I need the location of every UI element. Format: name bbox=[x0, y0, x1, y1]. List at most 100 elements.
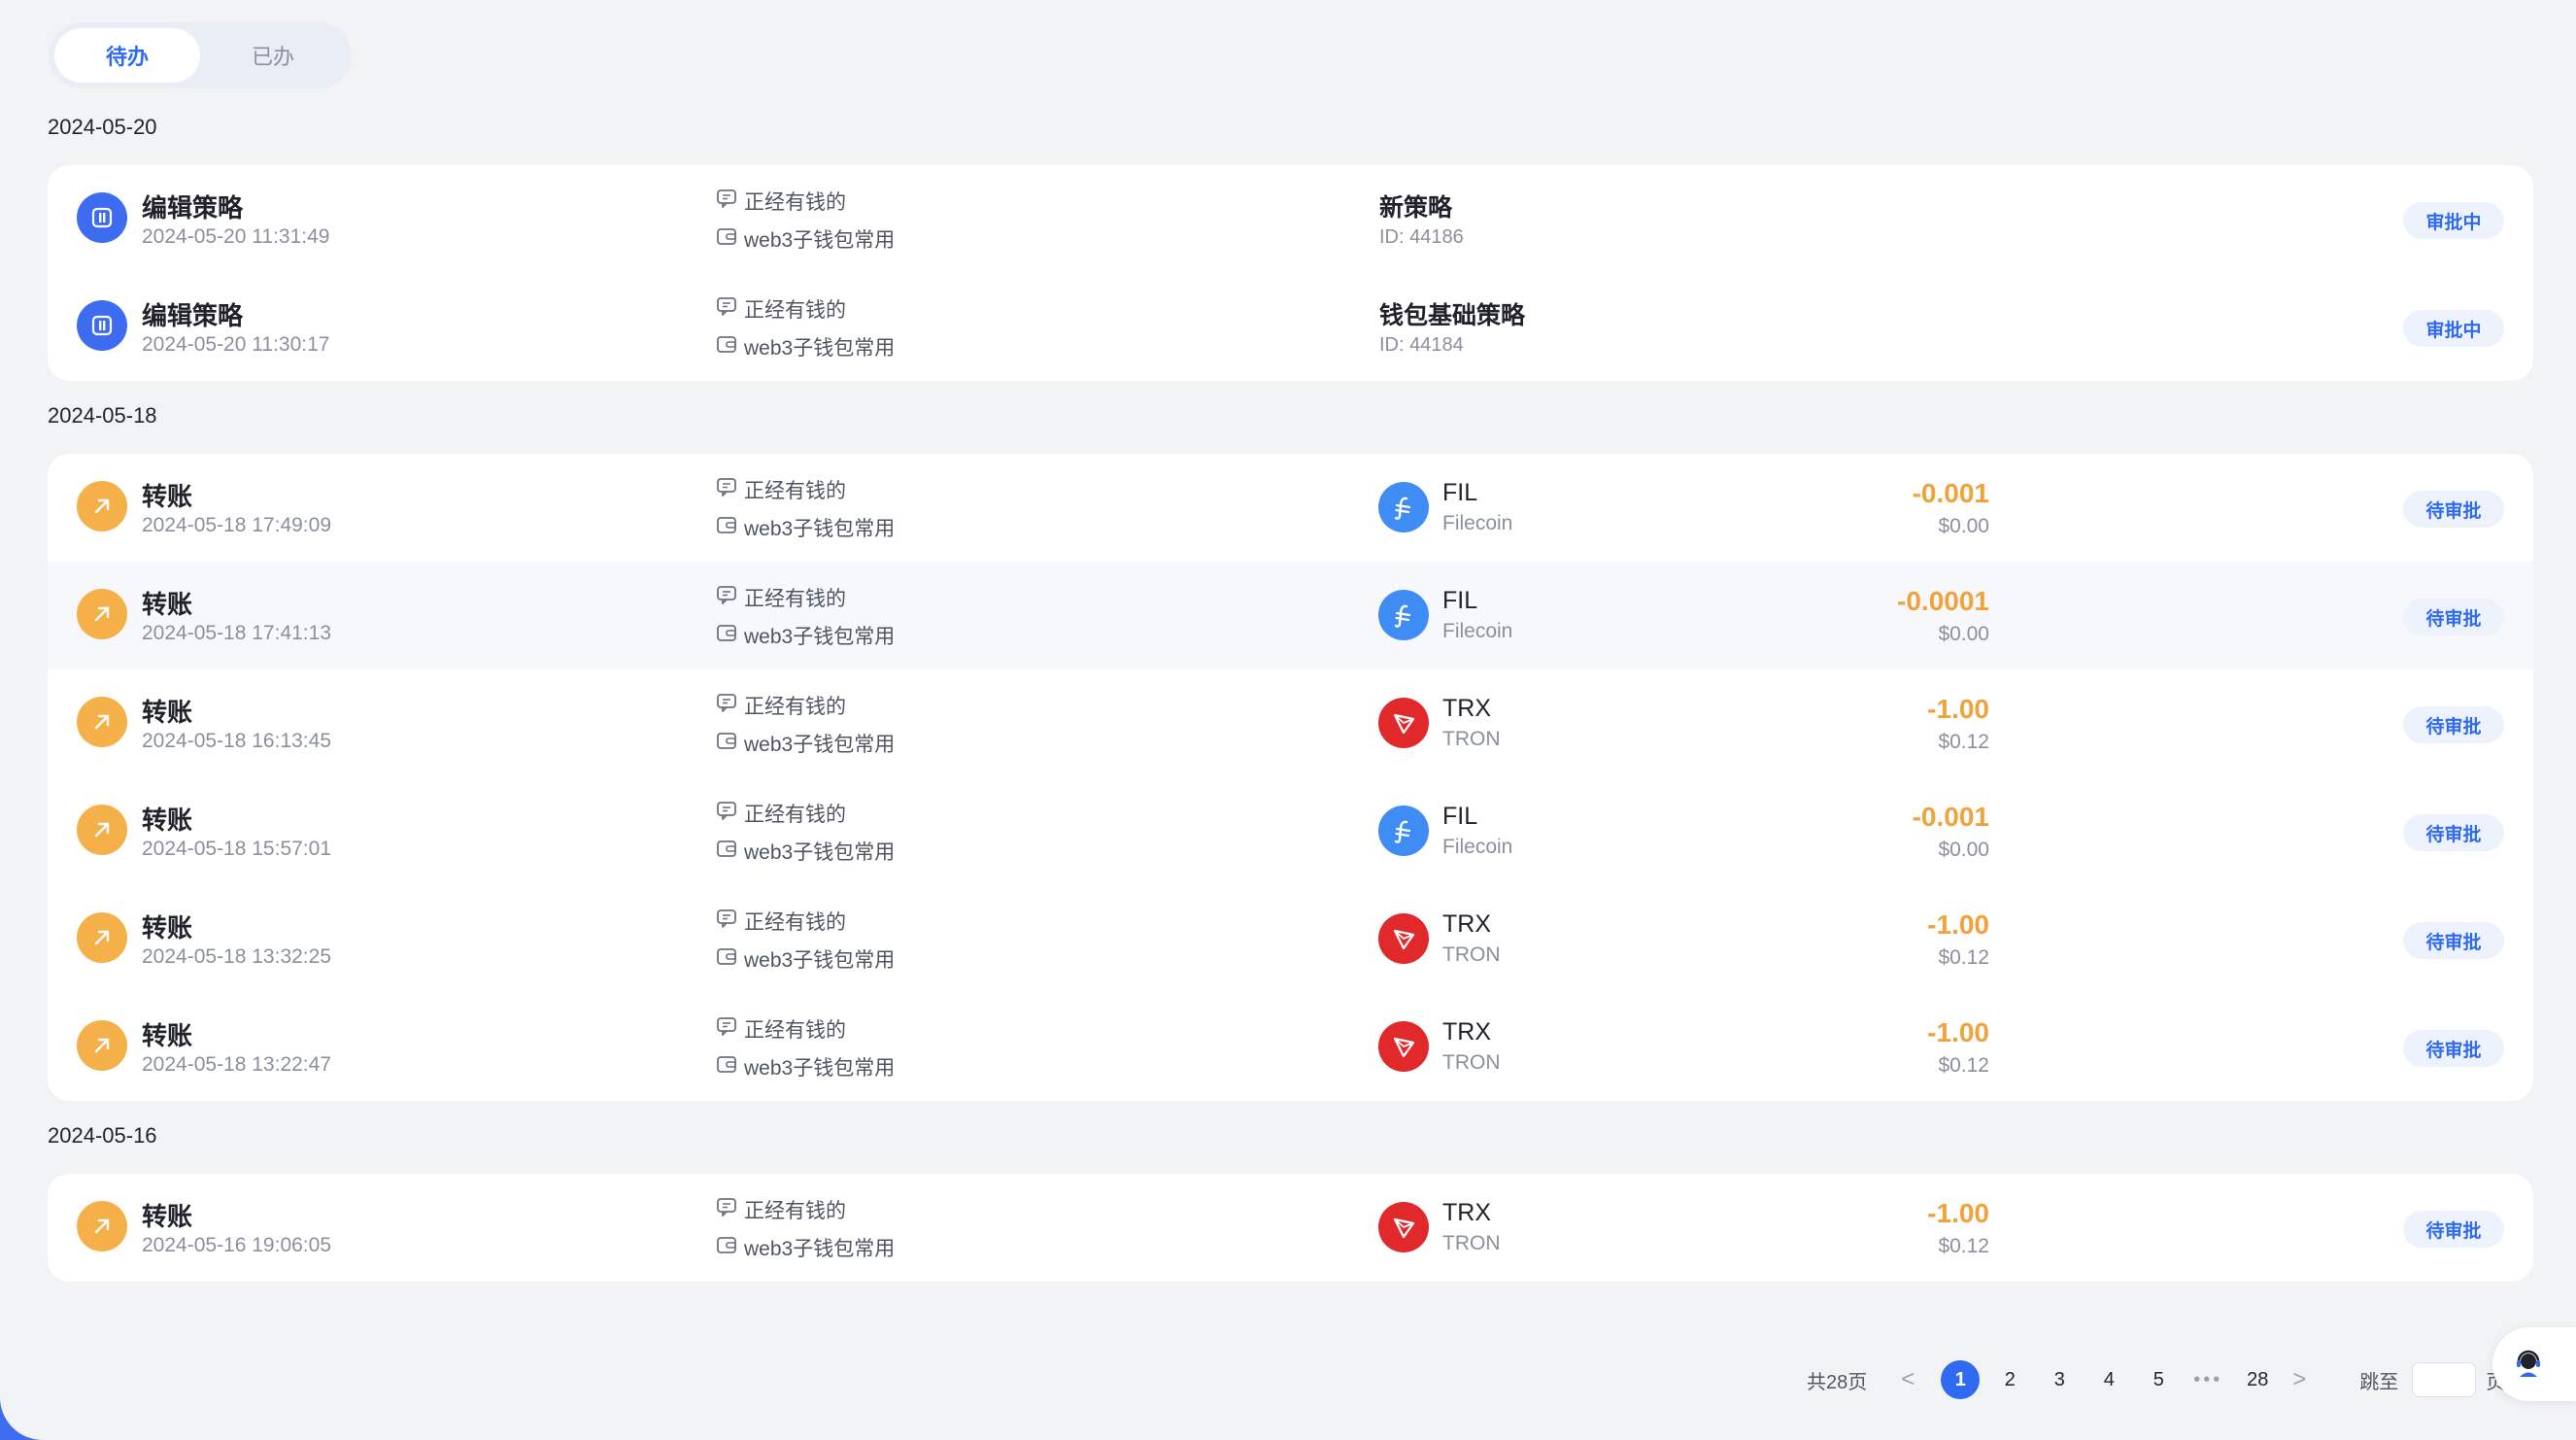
next-page-icon[interactable]: > bbox=[2288, 1366, 2311, 1393]
team-name: 正经有钱的 bbox=[744, 804, 846, 826]
page-2[interactable]: 2 bbox=[1990, 1360, 2029, 1399]
strategy-icon bbox=[77, 192, 127, 243]
transfer-usd-value: $0.00 bbox=[1938, 623, 1989, 645]
wallet-icon bbox=[716, 1235, 744, 1260]
wallet-name: web3子钱包常用 bbox=[744, 518, 896, 540]
coin-symbol: TRX bbox=[1442, 1018, 1491, 1046]
team-meta: 正经有钱的 bbox=[716, 583, 846, 612]
team-name: 正经有钱的 bbox=[744, 696, 846, 718]
customer-service-icon bbox=[2517, 1350, 2540, 1377]
coin-network: TRON bbox=[1442, 728, 1501, 750]
team-meta: 正经有钱的 bbox=[716, 1014, 846, 1044]
wallet-icon bbox=[716, 623, 744, 648]
transfer-arrow-icon bbox=[77, 589, 127, 639]
wallet-name: web3子钱包常用 bbox=[744, 1238, 896, 1260]
team-name: 正经有钱的 bbox=[744, 1019, 846, 1042]
wallet-meta: web3子钱包常用 bbox=[716, 837, 895, 866]
coin-network: Filecoin bbox=[1442, 620, 1513, 642]
prev-page-icon[interactable]: < bbox=[1896, 1366, 1919, 1393]
coin-symbol: FIL bbox=[1442, 587, 1478, 614]
transfer-arrow-icon bbox=[77, 1201, 127, 1251]
approval-card: 转账 2024-05-16 19:06:05 正经有钱的 web3子钱包常用 T… bbox=[48, 1174, 2533, 1282]
approval-time: 2024-05-18 17:41:13 bbox=[142, 622, 331, 644]
approval-row[interactable]: 转账 2024-05-18 17:49:09 正经有钱的 web3子钱包常用 F… bbox=[48, 454, 2533, 562]
page-last[interactable]: 28 bbox=[2238, 1360, 2277, 1399]
status-badge: 待审批 bbox=[2403, 491, 2504, 528]
wallet-icon bbox=[716, 839, 744, 864]
team-meta: 正经有钱的 bbox=[716, 799, 846, 828]
status-badge: 待审批 bbox=[2403, 814, 2504, 851]
approval-time: 2024-05-16 19:06:05 bbox=[142, 1234, 331, 1256]
approval-title: 转账 bbox=[142, 913, 193, 943]
team-name: 正经有钱的 bbox=[744, 299, 846, 322]
approval-tabs: 待办 已办 bbox=[49, 22, 352, 88]
page-3[interactable]: 3 bbox=[2040, 1360, 2079, 1399]
wallet-meta: web3子钱包常用 bbox=[716, 621, 895, 650]
pagination-ellipsis[interactable]: ••• bbox=[2188, 1369, 2227, 1391]
customer-service-button[interactable] bbox=[2492, 1327, 2576, 1401]
filecoin-icon bbox=[1378, 482, 1429, 532]
coin-symbol: TRX bbox=[1442, 910, 1491, 938]
page-4[interactable]: 4 bbox=[2089, 1360, 2128, 1399]
team-name: 正经有钱的 bbox=[744, 588, 846, 610]
strategy-id: ID: 44184 bbox=[1379, 334, 1464, 356]
wallet-name: web3子钱包常用 bbox=[744, 841, 896, 864]
transfer-usd-value: $0.12 bbox=[1938, 946, 1989, 969]
team-name: 正经有钱的 bbox=[744, 480, 846, 502]
status-badge: 待审批 bbox=[2403, 1030, 2504, 1067]
team-name: 正经有钱的 bbox=[744, 1200, 846, 1222]
coin-network: Filecoin bbox=[1442, 836, 1513, 858]
approval-title: 转账 bbox=[142, 1021, 193, 1050]
wallet-icon bbox=[716, 731, 744, 756]
approval-row[interactable]: 转账 2024-05-18 16:13:45 正经有钱的 web3子钱包常用 T… bbox=[48, 669, 2533, 777]
approval-time: 2024-05-20 11:31:49 bbox=[142, 225, 330, 248]
coin-symbol: TRX bbox=[1442, 1199, 1491, 1226]
coin-network: TRON bbox=[1442, 1232, 1501, 1254]
filecoin-icon bbox=[1378, 590, 1429, 640]
coin-network: TRON bbox=[1442, 943, 1501, 966]
pagination-total: 共28页 bbox=[1807, 1371, 1868, 1393]
jump-input[interactable] bbox=[2412, 1362, 2477, 1397]
wallet-name: web3子钱包常用 bbox=[744, 734, 896, 756]
page-5[interactable]: 5 bbox=[2139, 1360, 2178, 1399]
wallet-name: web3子钱包常用 bbox=[744, 1057, 896, 1080]
wallet-name: web3子钱包常用 bbox=[744, 337, 896, 360]
transfer-arrow-icon bbox=[77, 805, 127, 855]
strategy-name: 新策略 bbox=[1379, 194, 1453, 222]
approval-row[interactable]: 转账 2024-05-16 19:06:05 正经有钱的 web3子钱包常用 T… bbox=[48, 1174, 2533, 1282]
transfer-amount: -0.0001 bbox=[1897, 586, 1989, 616]
wallet-icon bbox=[716, 334, 744, 360]
transfer-arrow-icon bbox=[77, 481, 127, 531]
coin-symbol: FIL bbox=[1442, 479, 1478, 506]
team-name: 正经有钱的 bbox=[744, 191, 846, 214]
approval-row[interactable]: 转账 2024-05-18 15:57:01 正经有钱的 web3子钱包常用 F… bbox=[48, 777, 2533, 885]
page-1[interactable]: 1 bbox=[1941, 1360, 1981, 1399]
wallet-meta: web3子钱包常用 bbox=[716, 332, 895, 361]
chat-bubble-icon bbox=[716, 801, 744, 826]
tab-todo[interactable]: 待办 bbox=[54, 28, 200, 83]
approval-row[interactable]: 编辑策略 2024-05-20 11:31:49 正经有钱的 web3子钱包常用… bbox=[48, 165, 2533, 273]
wallet-name: web3子钱包常用 bbox=[744, 229, 896, 252]
date-group-label: 2024-05-20 bbox=[48, 115, 157, 139]
approval-title: 编辑策略 bbox=[142, 301, 244, 330]
wallet-icon bbox=[716, 1054, 744, 1080]
transfer-amount: -0.001 bbox=[1912, 478, 1989, 508]
chat-bubble-icon bbox=[716, 1016, 744, 1042]
coin-network: Filecoin bbox=[1442, 512, 1513, 534]
approval-row[interactable]: 编辑策略 2024-05-20 11:30:17 正经有钱的 web3子钱包常用… bbox=[48, 273, 2533, 381]
chat-bubble-icon bbox=[716, 296, 744, 322]
chat-bubble-icon bbox=[716, 585, 744, 610]
status-badge: 待审批 bbox=[2403, 922, 2504, 959]
tron-icon bbox=[1378, 1202, 1429, 1252]
approval-row[interactable]: 转账 2024-05-18 17:41:13 正经有钱的 web3子钱包常用 F… bbox=[48, 562, 2533, 669]
chat-bubble-icon bbox=[716, 909, 744, 934]
transfer-usd-value: $0.12 bbox=[1938, 1054, 1989, 1077]
chat-bubble-icon bbox=[716, 693, 744, 718]
approval-time: 2024-05-20 11:30:17 bbox=[142, 333, 330, 356]
wallet-meta: web3子钱包常用 bbox=[716, 1233, 895, 1262]
approval-row[interactable]: 转账 2024-05-18 13:22:47 正经有钱的 web3子钱包常用 T… bbox=[48, 993, 2533, 1101]
approval-row[interactable]: 转账 2024-05-18 13:32:25 正经有钱的 web3子钱包常用 T… bbox=[48, 885, 2533, 993]
tab-done[interactable]: 已办 bbox=[200, 28, 346, 83]
strategy-name: 钱包基础策略 bbox=[1379, 302, 1526, 329]
approval-time: 2024-05-18 13:32:25 bbox=[142, 945, 331, 968]
